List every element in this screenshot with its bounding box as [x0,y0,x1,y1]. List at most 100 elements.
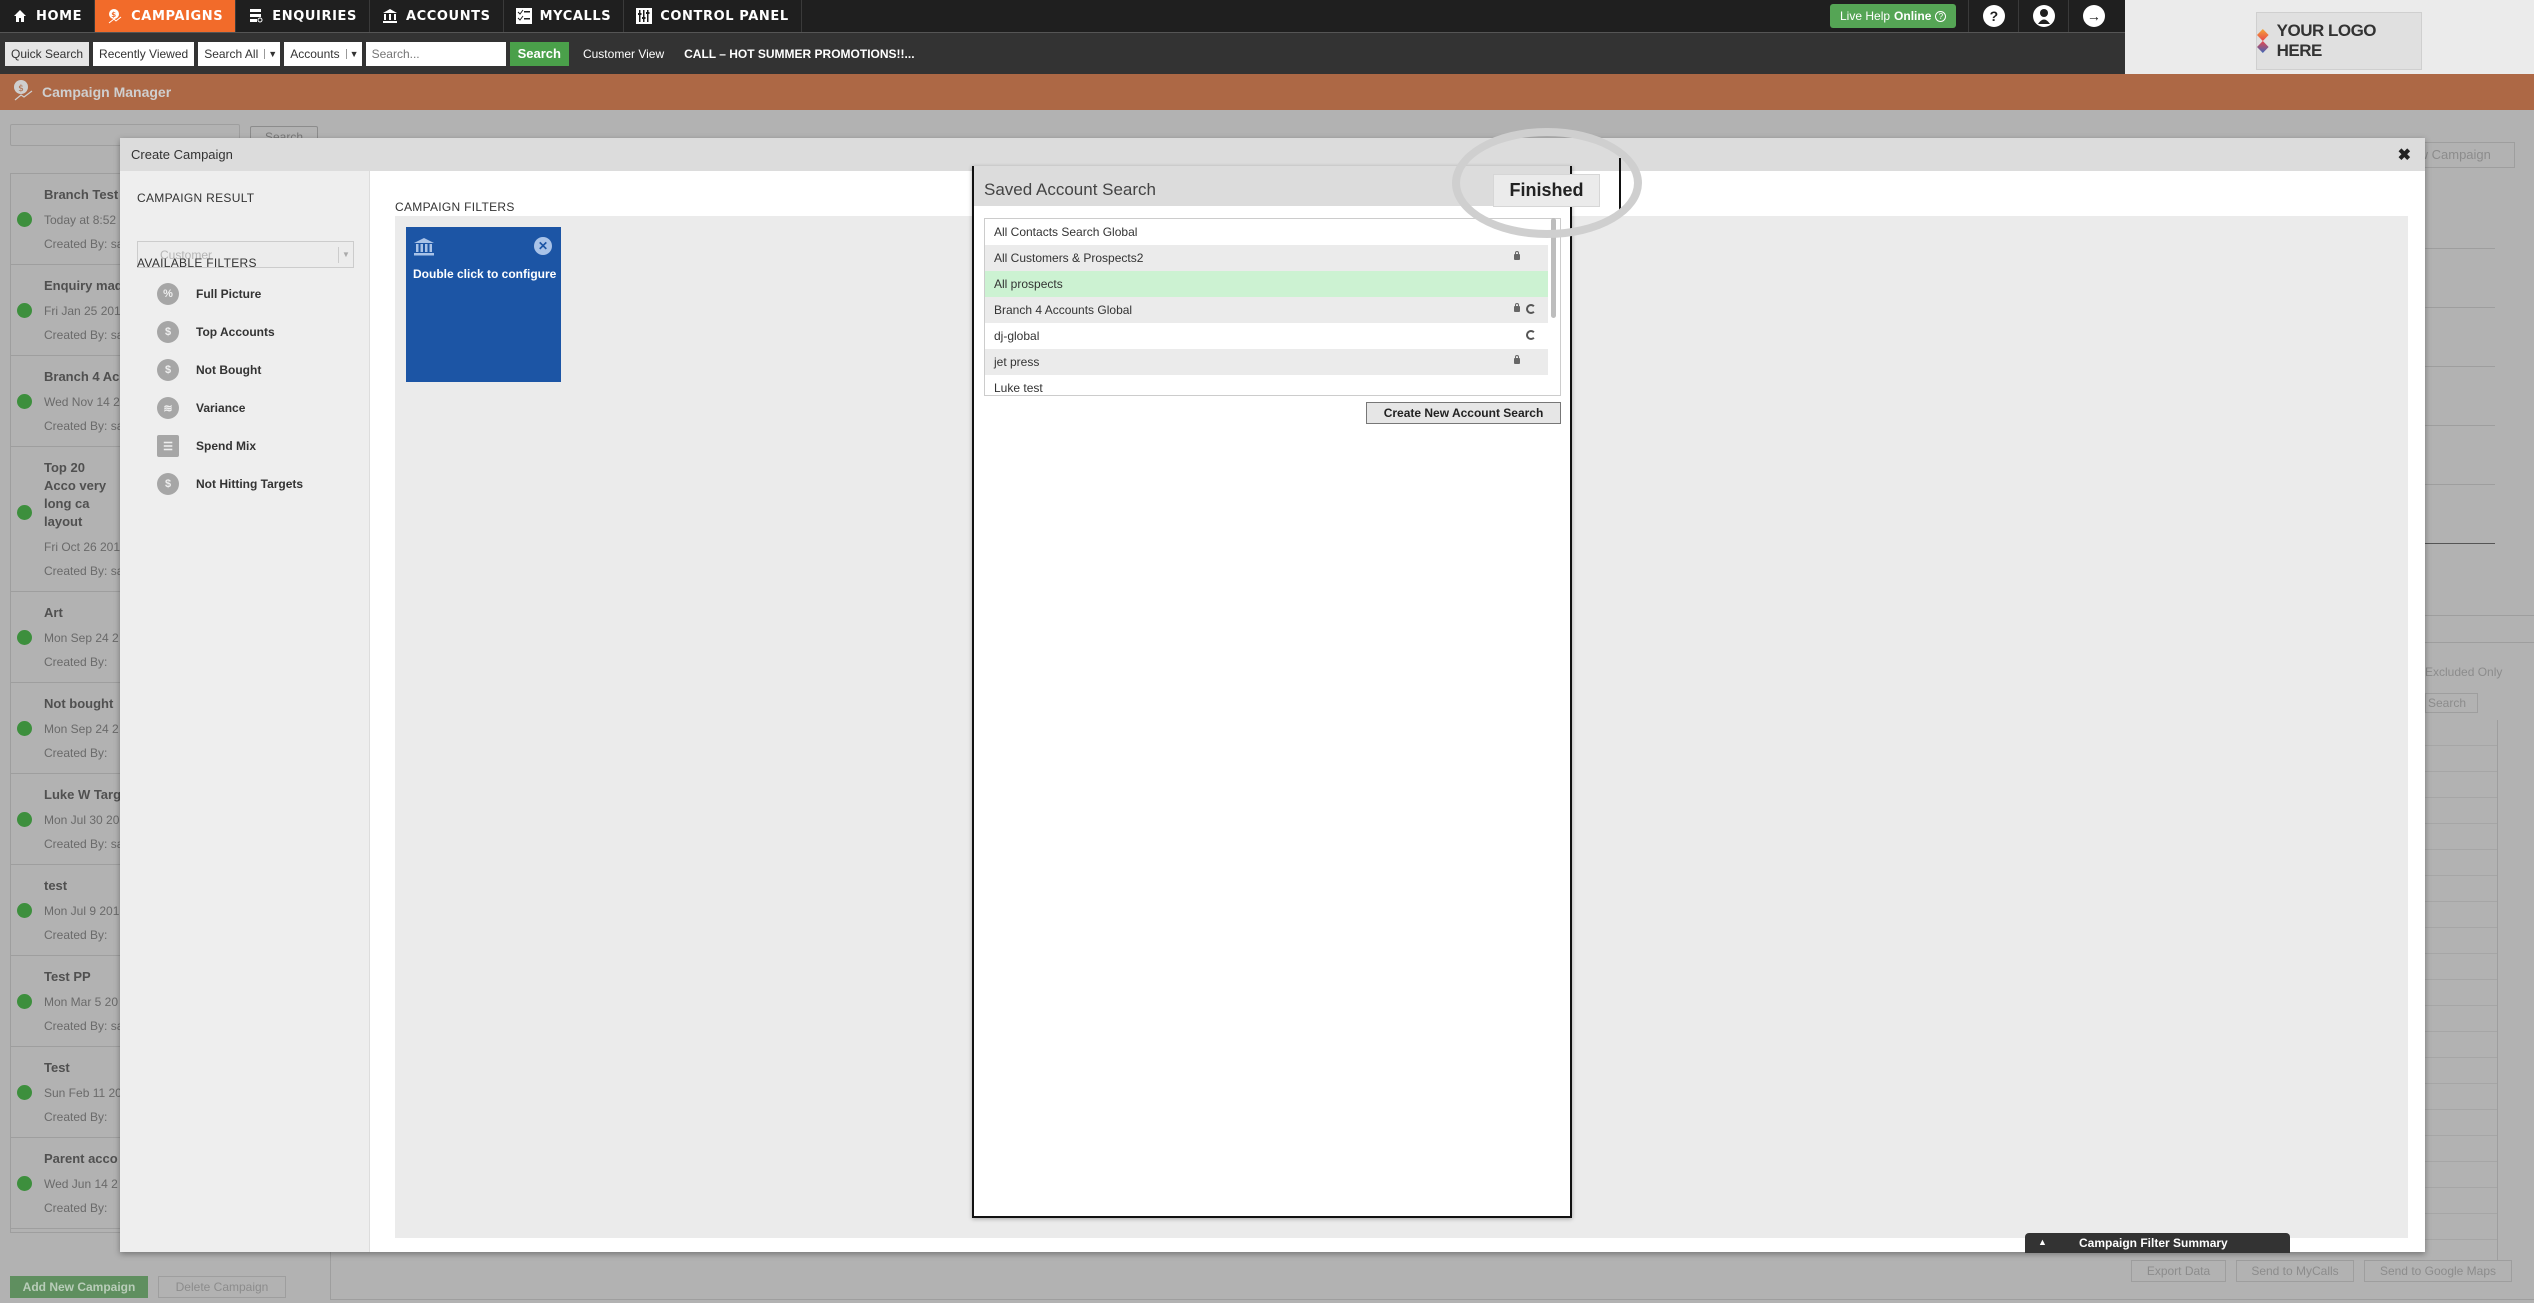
logo-text: YOUR LOGO HERE [2276,21,2377,60]
filter-card[interactable]: ✕ Double click to configure [406,227,561,382]
company-logo[interactable]: YOUR LOGO HERE [2256,12,2422,70]
logo-mark-icon [2257,29,2269,53]
status-dot-icon [17,1176,32,1191]
saved-search-row[interactable]: jet press [985,349,1548,375]
filter-not-hitting-targets[interactable]: $ Not Hitting Targets [157,473,303,495]
filter-label: Not Hitting Targets [196,477,304,491]
delete-campaign-button[interactable]: Delete Campaign [158,1276,286,1298]
bank-icon [382,8,398,24]
saved-search-row[interactable]: All prospects [985,271,1548,297]
filter-spend-mix[interactable]: ☰ Spend Mix [157,435,256,457]
campaign-options-panel: CAMPAIGN RESULT Customer ▼ AVAILABLE FIL… [120,171,370,1252]
global-search-button[interactable]: Search [509,41,569,66]
status-dot-icon [17,812,32,827]
help-icon: ? [1982,5,2005,27]
live-help-label: Live Help [1840,9,1891,23]
new-campaign-button[interactable]: New Campaign [2415,142,2515,168]
search-scope-select[interactable]: Search All ▼ [198,41,281,66]
filter-not-bought[interactable]: $ Not Bought [157,359,261,381]
results-table [2425,720,2498,1260]
recently-viewed-tab[interactable]: Recently Viewed [93,41,195,66]
filter-label: Spend Mix [196,439,257,453]
filter-label: Top Accounts [196,325,275,339]
saved-search-row[interactable]: Luke test [985,375,1548,395]
search-type-select[interactable]: Accounts ▼ [284,41,362,66]
send-to-google-maps-button[interactable]: Send to Google Maps [2364,1260,2512,1282]
saved-search-row[interactable]: Branch 4 Accounts Global [985,297,1548,323]
nav-mycalls[interactable]: MYCALLS [504,0,625,32]
live-help-status: Online [1894,9,1932,23]
results-search-button[interactable]: Search [2425,693,2478,713]
help-button[interactable]: ? [1968,0,2018,32]
quick-search-tab[interactable]: Quick Search [5,41,90,66]
filter-variance[interactable]: ≋ Variance [157,397,245,419]
global-search-input[interactable] [365,41,506,66]
global-icon [1526,304,1536,314]
status-dot-icon [17,1085,32,1100]
saved-search-label: Luke test [994,381,1043,395]
status-dot-icon [17,903,32,918]
user-profile-button[interactable] [2018,0,2068,32]
available-filters-label: AVAILABLE FILTERS [137,256,257,270]
status-dot-icon [17,394,32,409]
status-dot-icon [17,303,32,318]
svg-text:$: $ [111,11,116,19]
nav-campaigns[interactable]: $ CAMPAIGNS [95,0,237,32]
customer-view-link[interactable]: Customer View [583,47,664,61]
campaign-filter-summary-tab[interactable]: ▲ Campaign Filter Summary [2025,1233,2290,1253]
nav-home[interactable]: HOME [0,0,96,32]
home-icon [12,8,28,24]
nav-enquiries-label: ENQUIRIES [272,8,357,24]
filter-top-accounts[interactable]: $ Top Accounts [157,321,275,343]
saved-search-label: All Customers & Prospects2 [994,251,1144,265]
filter-label: Full Picture [196,287,262,301]
finished-button[interactable]: Finished [1493,174,1600,207]
not-bought-icon: $ [157,359,179,381]
status-dot-icon [17,721,32,736]
saved-search-row[interactable]: dj-global [985,323,1548,349]
full-picture-icon: % [157,283,179,305]
page-header-bar: $ Campaign Manager [0,74,2534,110]
global-icon [1526,330,1536,340]
lock-icon [1514,303,1520,312]
search-toolbar: Quick Search Recently Viewed Search All … [0,33,2125,74]
campaign-name: Top 20 Acco very long ca layout [44,460,107,529]
spend-mix-icon: ☰ [157,435,179,457]
saved-account-search-panel: Saved Account Search All Contacts Search… [972,166,1572,1218]
filter-full-picture[interactable]: % Full Picture [157,283,261,305]
add-new-campaign-button[interactable]: Add New Campaign [10,1276,148,1298]
divider [2425,642,2534,643]
nav-enquiries[interactable]: ENQUIRIES [236,0,370,32]
campaign-filters-label: CAMPAIGN FILTERS [395,200,515,214]
filter-label: Not Bought [196,363,262,377]
expand-up-icon: ▲ [2038,1237,2047,1247]
logout-button[interactable]: → [2068,0,2118,32]
top-accounts-icon: $ [157,321,179,343]
create-new-account-search-button[interactable]: Create New Account Search [1366,402,1561,424]
saved-search-row[interactable]: All Contacts Search Global [985,219,1548,245]
status-dot-icon [17,212,32,227]
send-to-mycalls-button[interactable]: Send to MyCalls [2236,1260,2354,1282]
nav-control-panel[interactable]: CONTROL PANEL [624,0,802,32]
svg-text:$: $ [18,84,24,94]
call-notice[interactable]: CALL – HOT SUMMER PROMOTIONS!!... [684,47,914,61]
lock-icon [1514,251,1520,260]
checklist-icon [515,8,532,24]
nav-campaigns-label: CAMPAIGNS [131,8,224,24]
logout-icon: → [2082,5,2105,27]
nav-accounts[interactable]: ACCOUNTS [370,0,504,32]
saved-search-row[interactable]: All Customers & Prospects2 [985,245,1548,271]
nav-right-tools: Live Help Online ? ? → [1830,0,2118,32]
page-title: Campaign Manager [42,84,172,100]
saved-search-title: Saved Account Search [984,180,1157,199]
enquiries-icon [248,8,264,24]
close-icon[interactable]: ✖ [2398,145,2411,165]
caret-down-icon: ▼ [345,48,362,59]
nav-mycalls-label: MYCALLS [539,8,612,24]
remove-filter-icon[interactable]: ✕ [534,237,552,255]
not-hitting-targets-icon: $ [157,473,179,495]
saved-search-label: Branch 4 Accounts Global [994,303,1133,317]
live-help-button[interactable]: Live Help Online ? [1830,4,1957,28]
user-icon [2032,5,2055,27]
export-data-button[interactable]: Export Data [2131,1260,2226,1282]
